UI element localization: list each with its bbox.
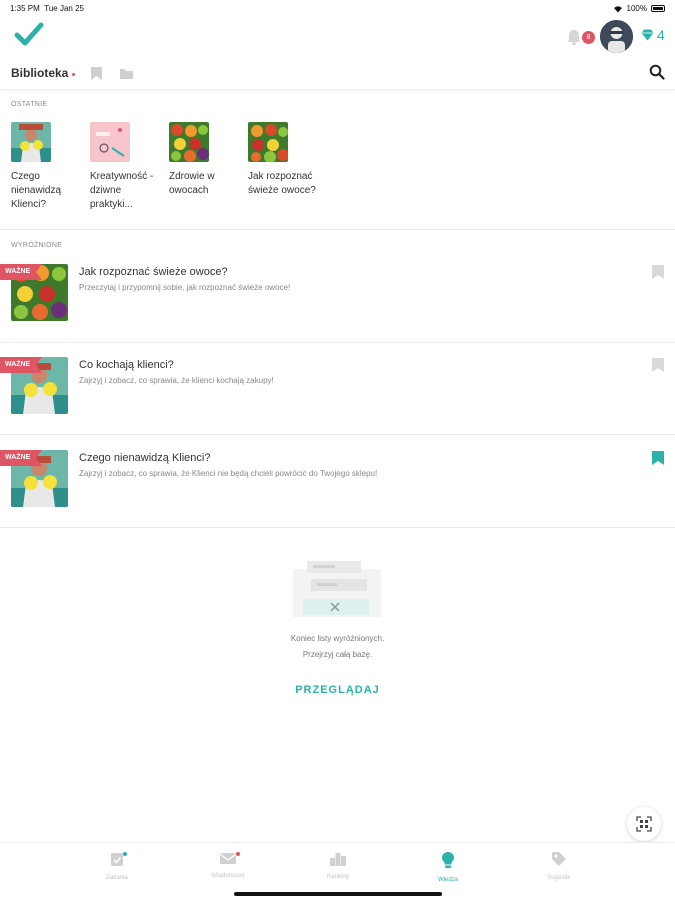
bookmark-icon[interactable] <box>90 66 103 81</box>
recent-thumbnail <box>169 122 209 162</box>
home-indicator <box>234 892 442 896</box>
important-badge: WAŻNE <box>0 264 42 280</box>
status-bar: 1:35 PM Tue Jan 25 100% <box>0 0 675 16</box>
important-badge: WAŻNE <box>0 357 42 373</box>
user-avatar[interactable] <box>600 20 633 53</box>
featured-item-description: Zajrzyj i zobacz, co sprawia, że Klienci… <box>79 469 378 478</box>
empty-state-line-1: Koniec listy wyróżnionych. <box>290 634 385 643</box>
empty-list-illustration <box>293 561 381 617</box>
recent-item-title: Czego nienawidzą Klienci? <box>11 171 62 210</box>
envelope-icon <box>219 853 237 864</box>
empty-state-line-2: Przejrzyj całą bazę. <box>302 650 373 659</box>
tasks-new-dot <box>123 852 127 856</box>
library-new-dot <box>72 73 75 76</box>
app-header: 8 4 <box>0 16 675 56</box>
recent-item[interactable]: Zdrowie w owocach <box>169 122 241 198</box>
diamond-icon <box>641 29 654 41</box>
recent-item-title: Kreatywność - dziwne praktyki... <box>90 171 154 210</box>
battery-percent: 100% <box>626 4 647 13</box>
nav-item-knowledge[interactable]: Wiedza <box>408 851 488 883</box>
tag-icon <box>552 852 566 866</box>
row-divider <box>0 342 675 343</box>
status-right: 100% <box>613 4 665 13</box>
bell-icon[interactable] <box>565 28 583 46</box>
bookmark-icon[interactable] <box>651 357 665 373</box>
featured-item-title: Co kochają klienci? <box>79 359 174 371</box>
recent-item[interactable]: Czego nienawidzą Klienci? <box>11 122 83 212</box>
lightbulb-icon <box>442 852 454 868</box>
nav-label: Ranking <box>326 874 349 880</box>
nav-label: Sugestie <box>547 875 571 881</box>
nav-item-messages[interactable]: Wiadomości <box>188 851 268 879</box>
nav-item-ranking[interactable]: Ranking <box>298 851 378 880</box>
nav-label: Wiedza <box>437 877 458 883</box>
status-time: 1:35 PM Tue Jan 25 <box>10 4 84 13</box>
section-divider <box>0 229 675 230</box>
row-divider <box>0 434 675 435</box>
bookmark-icon[interactable] <box>651 264 665 280</box>
nav-item-suggestions[interactable]: Sugestie <box>519 851 599 881</box>
nav-item-tasks[interactable]: Zadania <box>77 851 157 881</box>
featured-item[interactable]: WAŻNE Co kochają klienci? Zajrzyj i zoba… <box>0 357 675 449</box>
gems-count: 4 <box>657 27 665 43</box>
featured-item[interactable]: WAŻNE Czego nienawidzą Klienci? Zajrzyj … <box>0 450 675 542</box>
qr-scan-button[interactable] <box>627 807 661 841</box>
featured-item-title: Czego nienawidzą Klienci? <box>79 452 211 464</box>
browse-button[interactable]: PRZEGLĄDAJ <box>0 684 675 696</box>
recent-section-label: OSTATNIE <box>11 101 48 108</box>
featured-item-description: Przeczytaj i przypomnij sobie, jak rozpo… <box>79 283 291 292</box>
nav-label: Wiadomości <box>211 873 245 879</box>
gems-counter[interactable]: 4 <box>641 27 665 43</box>
recent-item[interactable]: Jak rozpoznać świeże owoce? <box>248 122 320 198</box>
qr-code-icon <box>636 816 652 832</box>
library-title[interactable]: Biblioteka <box>11 66 68 80</box>
important-badge: WAŻNE <box>0 450 42 466</box>
recent-thumbnail <box>248 122 288 162</box>
nav-label: Zadania <box>106 875 128 881</box>
recent-item-title: Jak rozpoznać świeże owoce? <box>248 171 316 196</box>
folder-icon[interactable] <box>119 67 134 80</box>
featured-item-title: Jak rozpoznać świeże owoce? <box>79 266 228 278</box>
recent-item[interactable]: Kreatywność - dziwne praktyki... <box>90 122 162 212</box>
checkmark-logo-icon[interactable] <box>14 22 44 48</box>
library-toolbar: Biblioteka <box>0 58 675 90</box>
row-divider <box>0 527 675 528</box>
recent-thumbnail <box>90 122 130 162</box>
podium-icon <box>330 853 346 866</box>
recent-thumbnail <box>11 122 51 162</box>
messages-new-dot <box>236 852 240 856</box>
featured-section-label: WYRÓŻNIONE <box>11 242 63 249</box>
avatar-image <box>600 20 633 53</box>
search-icon[interactable] <box>649 64 665 80</box>
bookmark-filled-icon[interactable] <box>651 450 665 466</box>
notification-badge: 8 <box>582 31 595 44</box>
battery-icon <box>651 5 665 12</box>
wifi-icon <box>613 5 622 12</box>
recent-item-title: Zdrowie w owocach <box>169 171 215 196</box>
featured-item-description: Zajrzyj i zobacz, co sprawia, że klienci… <box>79 376 274 385</box>
